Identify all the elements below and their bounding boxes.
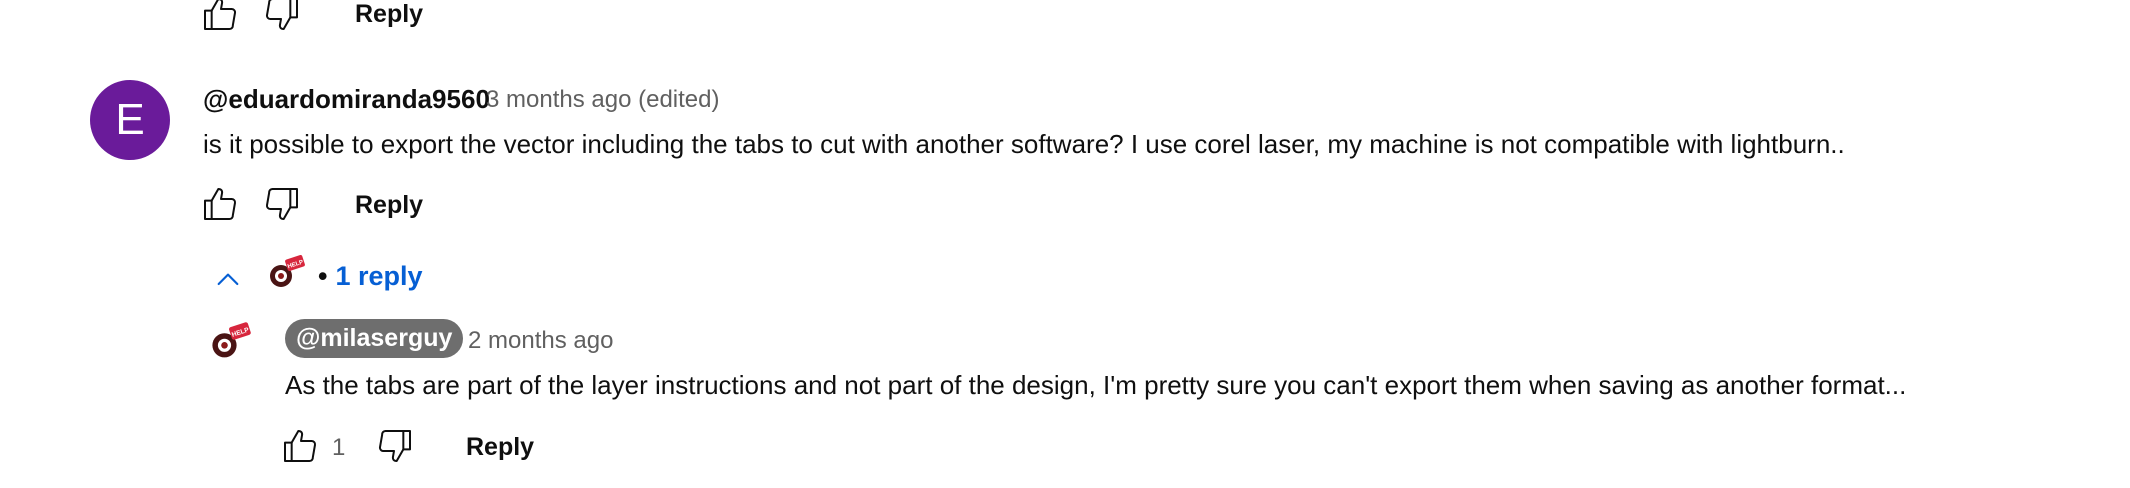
thumb-up-icon [204,0,236,31]
avatar[interactable]: E [90,80,170,160]
reply-avatar-small: HELP [266,255,306,291]
replies-count-label: 1 reply [335,261,423,291]
dislike-button[interactable] [260,182,304,226]
separator-dot: • [318,261,328,291]
reply-author-badge[interactable]: @milaserguy [285,319,464,358]
dislike-button[interactable] [373,424,417,468]
thumb-up-icon [284,430,316,463]
reply-button[interactable]: Reply [355,0,423,29]
reply-button[interactable]: Reply [466,433,534,462]
replies-count-link[interactable]: • 1 reply [318,261,423,292]
thumb-down-icon [266,0,298,31]
reply-text: As the tabs are part of the layer instru… [285,370,1907,400]
avatar[interactable]: HELP [208,322,252,362]
like-button[interactable] [198,182,242,226]
avatar-icon: HELP [212,322,251,358]
comment-text: is it possible to export the vector incl… [203,129,1845,159]
thumb-down-icon [266,187,298,220]
thumb-up-icon [204,188,236,221]
collapse-replies-button[interactable] [208,260,248,300]
dislike-button[interactable] [260,0,304,36]
thumb-down-icon [379,429,411,462]
comment-timestamp[interactable]: 3 months ago (edited) [486,86,719,114]
like-button[interactable] [198,0,242,36]
comment-author[interactable]: @eduardomiranda9560 [203,84,490,115]
like-count: 1 [332,434,346,461]
comments-section: Reply E @eduardomiranda9560 3 months ago… [0,0,2130,488]
reply-timestamp[interactable]: 2 months ago [468,327,613,355]
chevron-up-icon [217,273,239,286]
like-button[interactable] [278,424,322,468]
reply-button[interactable]: Reply [355,191,423,220]
